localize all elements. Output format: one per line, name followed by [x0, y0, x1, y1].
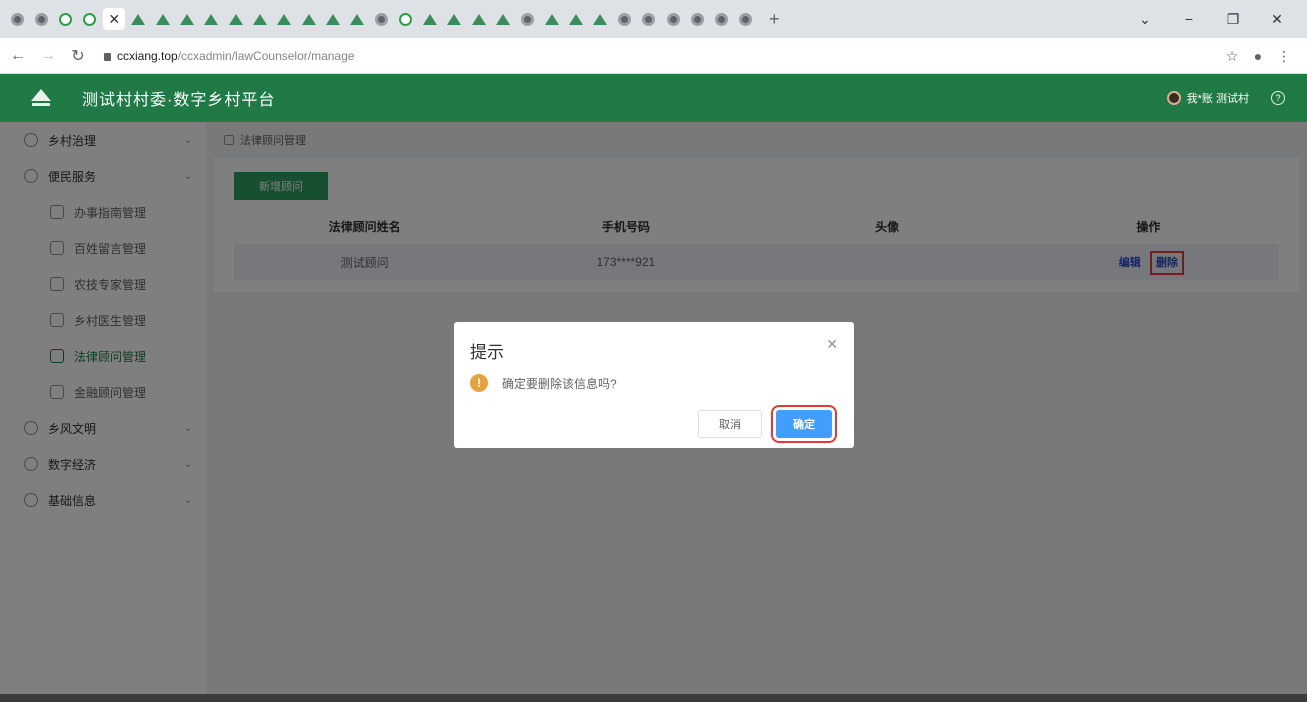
url-field[interactable]: ccxiang.top/ccxadmin/lawCounselor/manage — [104, 49, 354, 63]
dialog-footer: 取消 确定 — [698, 405, 837, 443]
address-bar-row: ← → ↻ ccxiang.top/ccxadmin/lawCounselor/… — [0, 38, 1307, 74]
avatar[interactable] — [1166, 91, 1181, 105]
dialog-message: 确定要删除该信息吗? — [502, 376, 617, 391]
site-logo-icon — [277, 13, 292, 25]
browser-tab[interactable] — [711, 8, 733, 30]
profile-icon[interactable]: ● — [1245, 48, 1271, 64]
green-circle-icon — [399, 12, 413, 26]
browser-tab[interactable] — [176, 8, 198, 30]
green-circle-icon — [83, 12, 97, 26]
site-logo-icon — [593, 13, 608, 25]
browser-tab[interactable] — [298, 8, 320, 30]
dialog-title: 提示 — [470, 343, 504, 362]
site-logo-icon — [155, 13, 170, 25]
tab-close-icon[interactable]: ✕ — [108, 11, 120, 28]
browser-tab[interactable] — [613, 8, 635, 30]
browser-tabstrip: ✕ + ⌄ − ❐ ✕ — [0, 0, 1307, 38]
site-logo-icon — [204, 13, 219, 25]
site-logo-icon — [228, 13, 243, 25]
lock-icon — [104, 52, 111, 61]
dialog-body: ! 确定要删除该信息吗? — [470, 374, 617, 392]
new-tab-button[interactable]: + — [763, 8, 785, 30]
browser-tab[interactable] — [152, 8, 174, 30]
browser-tab[interactable] — [6, 8, 28, 30]
browser-tab[interactable] — [322, 8, 344, 30]
taskbar-strip — [0, 694, 1307, 702]
globe-icon — [666, 12, 680, 26]
globe-icon — [34, 12, 48, 26]
globe-icon — [520, 12, 534, 26]
user-name[interactable]: 我*账 测试村 — [1187, 90, 1249, 106]
minimize-button[interactable]: − — [1167, 11, 1211, 27]
url-path: /ccxadmin/lawCounselor/manage — [177, 48, 355, 63]
globe-icon — [690, 12, 704, 26]
globe-icon — [617, 12, 631, 26]
browser-tab[interactable] — [55, 8, 77, 30]
site-logo-icon — [471, 13, 486, 25]
tab-list: ✕ — [6, 8, 759, 30]
browser-tab[interactable] — [419, 8, 441, 30]
confirm-dialog: 提示 ✕ ! 确定要删除该信息吗? 取消 确定 — [454, 322, 854, 448]
logo-icon — [30, 87, 52, 109]
browser-tab[interactable] — [249, 8, 271, 30]
app-title: 测试村村委·数字乡村平台 — [82, 92, 276, 109]
browser-tab[interactable] — [200, 8, 222, 30]
confirm-button[interactable]: 确定 — [771, 405, 837, 443]
window-controls: ⌄ − ❐ ✕ — [1123, 0, 1299, 38]
browser-tab[interactable] — [225, 8, 247, 30]
tab-search-icon[interactable]: ⌄ — [1123, 11, 1167, 28]
site-logo-icon — [423, 13, 438, 25]
browser-tab[interactable] — [395, 8, 417, 30]
site-logo-icon — [447, 13, 462, 25]
close-icon[interactable]: ✕ — [826, 336, 838, 353]
site-logo-icon — [350, 13, 365, 25]
browser-tab[interactable] — [662, 8, 684, 30]
site-logo-icon — [301, 13, 316, 25]
site-logo-icon — [568, 13, 583, 25]
browser-tab[interactable] — [30, 8, 52, 30]
forward-button[interactable]: → — [36, 47, 60, 65]
green-circle-icon — [59, 12, 73, 26]
menu-kebab-icon[interactable]: ⋮ — [1271, 48, 1297, 65]
header-user-area: 我*账 测试村 ? — [1166, 90, 1285, 106]
globe-icon — [715, 12, 729, 26]
restore-button[interactable]: ❐ — [1211, 11, 1255, 28]
browser-tab[interactable] — [492, 8, 514, 30]
browser-tab[interactable] — [127, 8, 149, 30]
site-logo-icon — [325, 13, 340, 25]
browser-tab[interactable] — [638, 8, 660, 30]
back-button[interactable]: ← — [6, 47, 30, 65]
globe-icon — [10, 12, 24, 26]
browser-tab[interactable] — [370, 8, 392, 30]
browser-tab[interactable] — [735, 8, 757, 30]
site-logo-icon — [180, 13, 195, 25]
cancel-button[interactable]: 取消 — [698, 410, 762, 438]
warning-icon: ! — [470, 374, 488, 392]
browser-tab[interactable]: ✕ — [103, 8, 126, 30]
help-icon[interactable]: ? — [1271, 91, 1285, 105]
site-logo-icon — [495, 13, 510, 25]
reload-button[interactable]: ↻ — [66, 46, 90, 66]
browser-tab[interactable] — [686, 8, 708, 30]
browser-tab[interactable] — [443, 8, 465, 30]
site-logo-icon — [252, 13, 267, 25]
site-logo-icon — [131, 13, 146, 25]
close-window-button[interactable]: ✕ — [1255, 11, 1299, 28]
bookmark-star-icon[interactable]: ☆ — [1219, 48, 1245, 65]
browser-tab[interactable] — [565, 8, 587, 30]
app-header: 测试村村委·数字乡村平台 我*账 测试村 ? — [0, 74, 1307, 122]
globe-icon — [739, 12, 753, 26]
url-host: ccxiang.top — [117, 48, 178, 63]
browser-tab[interactable] — [79, 8, 101, 30]
browser-tab[interactable] — [273, 8, 295, 30]
address-bar-actions: ☆ ● ⋮ — [1219, 38, 1297, 74]
browser-tab[interactable] — [346, 8, 368, 30]
browser-tab[interactable] — [516, 8, 538, 30]
site-logo-icon — [544, 13, 559, 25]
browser-tab[interactable] — [589, 8, 611, 30]
browser-tab[interactable] — [468, 8, 490, 30]
globe-icon — [374, 12, 388, 26]
globe-icon — [642, 12, 656, 26]
browser-tab[interactable] — [541, 8, 563, 30]
